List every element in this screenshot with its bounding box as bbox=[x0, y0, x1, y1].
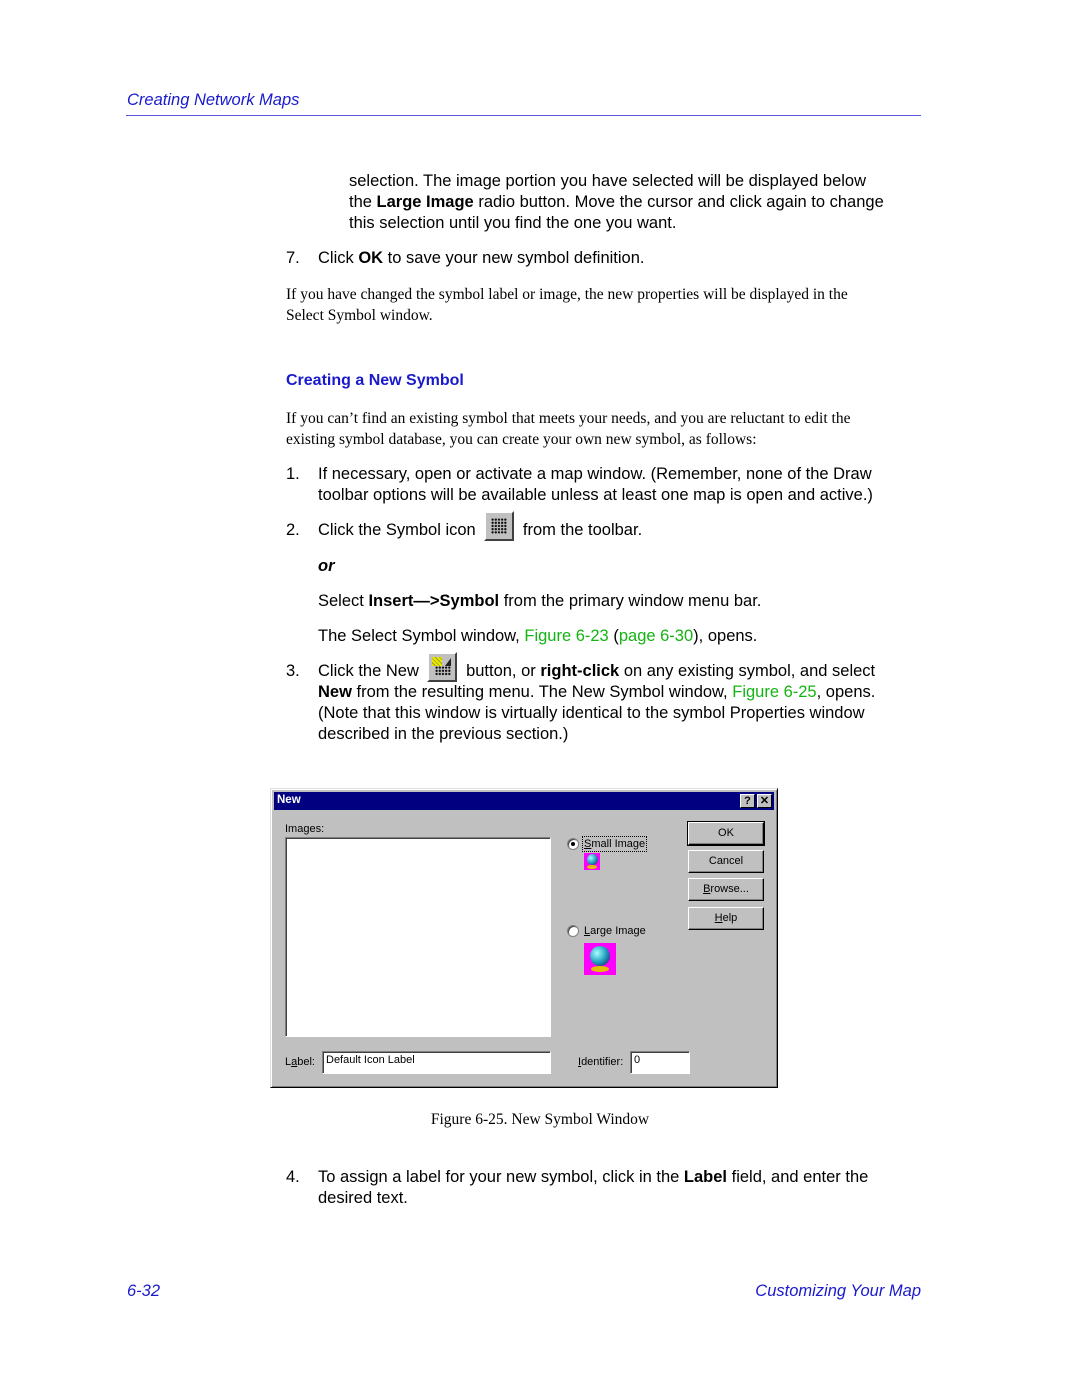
header-rule bbox=[126, 115, 921, 116]
step-7: Click OK to save your new symbol definit… bbox=[318, 249, 645, 267]
step-3-line-3: (Note that this window is virtually iden… bbox=[318, 704, 865, 722]
close-caption-button[interactable]: ✕ bbox=[757, 794, 772, 808]
identifier-field[interactable]: 0 bbox=[630, 1051, 690, 1074]
label-field-value: Default Icon Label bbox=[326, 1054, 415, 1066]
figure-6-23-link[interactable]: Figure 6-23 bbox=[524, 627, 608, 645]
help-caption-button[interactable]: ? bbox=[740, 794, 755, 808]
figure-caption: Figure 6-25. New Symbol Window bbox=[430, 1111, 650, 1128]
identifier-label: Identifier:Identifier: bbox=[578, 1056, 624, 1068]
small-image-radio[interactable] bbox=[567, 838, 579, 850]
large-image-preview bbox=[584, 943, 616, 975]
large-image-label: Large ImageLarge Image bbox=[584, 925, 646, 937]
ok-button[interactable]: OK bbox=[687, 821, 765, 846]
step-4-line-1: To assign a label for your new symbol, c… bbox=[318, 1168, 869, 1186]
or-text: or bbox=[318, 557, 335, 575]
dialog-titlebar: New ? ✕ bbox=[274, 792, 774, 810]
dialog-title: New bbox=[277, 794, 301, 806]
step-2: Click the Symbol icon from the toolbar. bbox=[318, 510, 642, 541]
globe-stand bbox=[587, 865, 597, 869]
globe-stand bbox=[591, 966, 609, 972]
page-number: 6-32 bbox=[127, 1282, 161, 1300]
section-intro-line-1: If you can’t find an existing symbol tha… bbox=[286, 410, 851, 427]
large-image-radio[interactable] bbox=[567, 925, 579, 937]
step-1-line-2: toolbar options will be available unless… bbox=[318, 486, 873, 504]
globe-icon bbox=[590, 946, 610, 966]
step-1-line-1: If necessary, open or activate a map win… bbox=[318, 465, 872, 483]
cancel-button[interactable]: Cancel bbox=[688, 850, 764, 873]
continued-line-2: the Large Image radio button. Move the c… bbox=[349, 193, 884, 211]
help-button[interactable]: HelpHelp bbox=[688, 907, 764, 930]
small-image-label: SSmall Imagemall Image bbox=[581, 836, 648, 852]
step-1-number: 1. bbox=[286, 465, 300, 483]
alt-step: Select Insert—>Symbol from the primary w… bbox=[318, 592, 762, 610]
step-3-line-2: New from the resulting menu. The New Sym… bbox=[318, 683, 876, 701]
continued-line-3: this selection until you find the one yo… bbox=[349, 214, 677, 232]
page-6-30-link[interactable]: page 6-30 bbox=[619, 627, 693, 645]
label-field[interactable]: Default Icon Label bbox=[322, 1051, 551, 1074]
images-label: Images: bbox=[285, 823, 325, 835]
browse-button[interactable]: Browse...Browse... bbox=[688, 878, 764, 901]
symbol-toolbar-icon bbox=[484, 510, 515, 541]
step-4-number: 4. bbox=[286, 1168, 300, 1186]
opens-line: The Select Symbol window, Figure 6-23 (p… bbox=[318, 627, 758, 645]
section-intro-line-2: existing symbol database, you can create… bbox=[286, 431, 757, 448]
label-field-label: Label:Label: bbox=[285, 1056, 315, 1068]
note-line-1: If you have changed the symbol label or … bbox=[286, 286, 848, 303]
step-7-number: 7. bbox=[286, 249, 300, 267]
step-3-line-1: Click the New button, or right-click on … bbox=[318, 651, 875, 682]
footer-chapter-title: Customizing Your Map bbox=[755, 1282, 921, 1300]
continued-line-1: selection. The image portion you have se… bbox=[349, 172, 867, 190]
note-line-2: Select Symbol window. bbox=[286, 307, 433, 324]
step-3-line-4: described in the previous section.) bbox=[318, 725, 569, 743]
identifier-field-value: 0 bbox=[634, 1054, 641, 1066]
globe-icon bbox=[587, 854, 598, 865]
section-heading: Creating a New Symbol bbox=[286, 372, 464, 389]
new-symbol-button-icon bbox=[427, 651, 458, 682]
running-header: Creating Network Maps bbox=[127, 91, 300, 109]
new-symbol-dialog: New ? ✕ Images: SSmall Imagemall Image L… bbox=[270, 788, 778, 1088]
images-list[interactable] bbox=[285, 837, 551, 1037]
step-4-line-2: desired text. bbox=[318, 1189, 408, 1207]
step-3-number: 3. bbox=[286, 662, 300, 680]
step-2-number: 2. bbox=[286, 521, 300, 539]
small-image-preview bbox=[584, 853, 600, 870]
figure-6-25-link[interactable]: Figure 6-25 bbox=[732, 683, 816, 701]
